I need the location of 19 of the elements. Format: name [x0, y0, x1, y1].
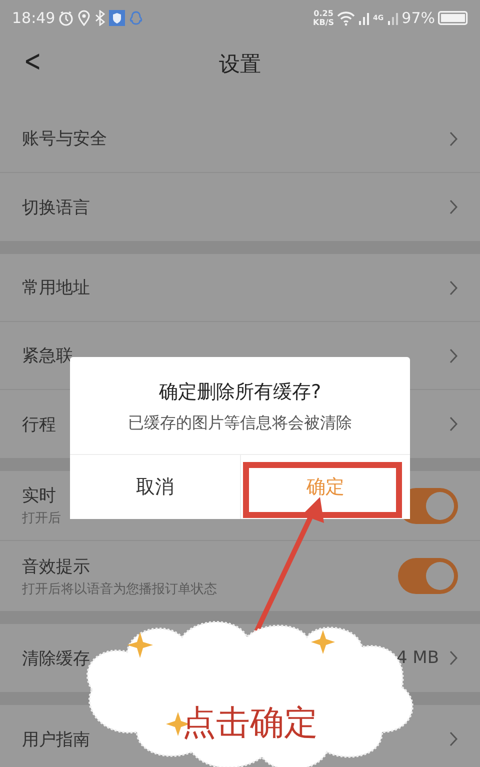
clock-time: 18:49 [12, 9, 56, 27]
row-label: 行程 [22, 414, 56, 436]
cache-size: 4 MB [396, 648, 439, 668]
row-description: 打开后将以语音为您播报订单状态 [22, 580, 217, 598]
row-label: 音效提示 [22, 556, 90, 578]
dialog-message: 已缓存的图片等信息将会被清除 [127, 413, 353, 434]
battery-percent: 97% [402, 9, 435, 27]
row-description: 打开后 [22, 510, 61, 527]
page-title: 设置 [219, 51, 261, 78]
row-label: 常用地址 [22, 277, 90, 299]
row-label: 紧急联 [22, 345, 73, 367]
speed-unit: KB/S [313, 18, 334, 27]
row-label: 切换语言 [22, 196, 90, 218]
row-label: 清除缓存 [22, 648, 90, 670]
speed-value: 0.25 [314, 9, 334, 18]
callout-text: 点击确定 [182, 702, 318, 745]
row-label: 实时 [22, 485, 56, 507]
row-label: 账号与安全 [22, 128, 107, 150]
row-label: 用户指南 [22, 728, 90, 750]
